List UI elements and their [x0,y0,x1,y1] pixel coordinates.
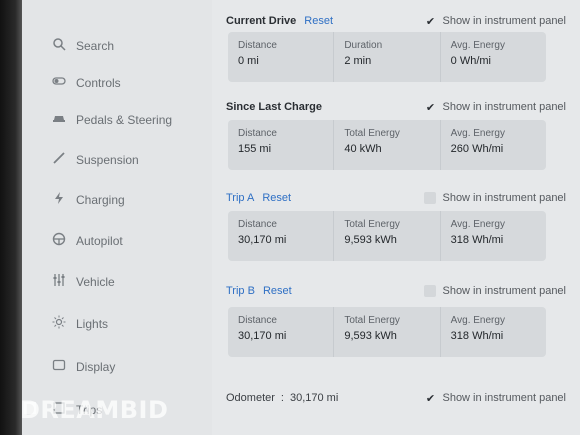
sidebar-item-charging[interactable]: Charging [52,191,125,208]
stat-value: 9,593 kWh [344,234,397,246]
sidebar-item-label: Pedals & Steering [76,112,173,127]
stat-value: 155 mi [238,143,272,155]
checkmark-icon[interactable]: ✔ [424,392,436,405]
stat-value: 318 Wh/mi [450,234,504,246]
trip-b-header: Trip B Reset Show in instrument panel [226,285,566,297]
show-in-panel-label: Show in instrument panel [442,392,566,404]
stat-label: Total Energy [344,315,400,326]
stat-value: 9,593 kWh [344,330,397,342]
stat-value: 40 kWh [344,143,382,155]
current-drive-header: Current Drive Reset ✔ Show in instrument… [226,15,566,28]
reset-current-drive-button[interactable]: Reset [304,15,333,27]
display-icon [52,358,66,375]
stat-label: Distance [238,128,277,139]
steering-wheel-icon [52,232,66,249]
stat-column: Avg. Energy 0 Wh/mi [441,32,546,82]
odometer-show-row: ✔ Show in instrument panel [226,392,566,405]
screen-bezel [0,0,22,435]
sidebar-item-label: Charging [76,192,125,207]
stat-label: Avg. Energy [450,219,505,230]
since-last-charge-header: Since Last Charge ✔ Show in instrument p… [226,101,566,114]
sidebar-item-label: Display [76,359,116,374]
sidebar-item-display[interactable]: Display [52,358,115,375]
stat-column: Distance 30,170 mi [228,307,335,357]
sidebar-item-pedals-steering[interactable]: Pedals & Steering [52,111,172,128]
suspension-icon [52,151,66,168]
search-icon [52,37,66,54]
stat-value: 260 Wh/mi [450,143,504,155]
show-in-panel-label: Show in instrument panel [442,285,566,297]
stat-column: Distance 30,170 mi [228,211,335,261]
stat-value: 30,170 mi [238,234,287,246]
sidebar-item-lights[interactable]: Lights [52,315,108,332]
section-title: Trip A [226,192,255,204]
stat-label: Total Energy [344,219,400,230]
trips-panel: Current Drive Reset ✔ Show in instrument… [212,0,580,435]
stat-value: 30,170 mi [238,330,287,342]
settings-sidebar: Search Controls Pedals & Steering Suspen… [22,0,212,435]
show-in-panel-label: Show in instrument panel [442,192,566,204]
show-in-panel-label: Show in instrument panel [442,101,566,113]
sidebar-item-label: Search [76,38,115,53]
checkmark-icon[interactable]: ✔ [424,101,436,114]
stat-label: Total Energy [344,128,400,139]
stat-column: Duration 2 min [334,32,441,82]
sidebar-item-label: Lights [76,316,109,331]
stat-label: Avg. Energy [450,315,505,326]
sidebar-item-controls[interactable]: Controls [52,74,121,91]
stat-column: Avg. Energy 260 Wh/mi [441,120,546,170]
sidebar-item-autopilot[interactable]: Autopilot [52,232,123,249]
stat-column: Distance 155 mi [228,120,335,170]
sidebar-item-label: Autopilot [76,233,123,248]
since-last-charge-card: Distance 155 mi Total Energy 40 kWh Avg.… [228,120,546,170]
trip-a-header: Trip A Reset Show in instrument panel [226,192,566,204]
checkbox-icon[interactable] [424,192,437,204]
watermark: DREAMBID [20,396,169,424]
show-in-panel-toggle[interactable]: Show in instrument panel [424,285,566,297]
car-icon [52,111,66,128]
show-in-panel-toggle[interactable]: ✔ Show in instrument panel [424,392,566,405]
section-title: Current Drive [226,15,297,27]
stat-value: 0 mi [238,55,259,67]
reset-trip-a-button[interactable]: Reset [262,192,291,204]
current-drive-card: Distance 0 mi Duration 2 min Avg. Energy… [228,32,546,82]
trip-b-card: Distance 30,170 mi Total Energy 9,593 kW… [228,307,546,357]
stat-label: Distance [238,40,277,51]
sliders-icon [52,273,66,290]
reset-trip-b-button[interactable]: Reset [263,285,292,297]
stat-label: Distance [238,315,277,326]
show-in-panel-toggle[interactable]: ✔ Show in instrument panel [424,15,566,28]
section-title: Trip B [226,285,255,297]
sidebar-item-suspension[interactable]: Suspension [52,151,139,168]
stat-value: 2 min [344,55,372,67]
stat-label: Avg. Energy [450,40,505,51]
sidebar-item-label: Controls [76,75,121,90]
lightning-icon [52,191,66,208]
stat-column: Avg. Energy 318 Wh/mi [441,211,546,261]
sidebar-item-vehicle[interactable]: Vehicle [52,273,115,290]
stat-column: Avg. Energy 318 Wh/mi [441,307,546,357]
section-title: Since Last Charge [226,101,322,113]
stat-label: Duration [344,40,383,51]
sidebar-item-search[interactable]: Search [52,37,114,54]
show-in-panel-toggle[interactable]: Show in instrument panel [424,192,566,204]
trip-a-card: Distance 30,170 mi Total Energy 9,593 kW… [228,211,546,261]
stat-label: Avg. Energy [450,128,505,139]
stat-column: Total Energy 9,593 kWh [334,307,441,357]
show-in-panel-label: Show in instrument panel [442,15,566,27]
sidebar-item-label: Suspension [76,152,139,167]
stat-column: Distance 0 mi [228,32,335,82]
stat-value: 0 Wh/mi [450,55,491,67]
stat-value: 318 Wh/mi [450,330,504,342]
show-in-panel-toggle[interactable]: ✔ Show in instrument panel [424,101,566,114]
sidebar-item-label: Vehicle [76,274,115,289]
toggle-icon [52,74,66,91]
stat-column: Total Energy 40 kWh [334,120,441,170]
checkmark-icon[interactable]: ✔ [424,15,436,28]
checkbox-icon[interactable] [424,285,437,297]
stat-column: Total Energy 9,593 kWh [334,211,441,261]
stat-label: Distance [238,219,277,230]
sun-icon [52,315,66,332]
